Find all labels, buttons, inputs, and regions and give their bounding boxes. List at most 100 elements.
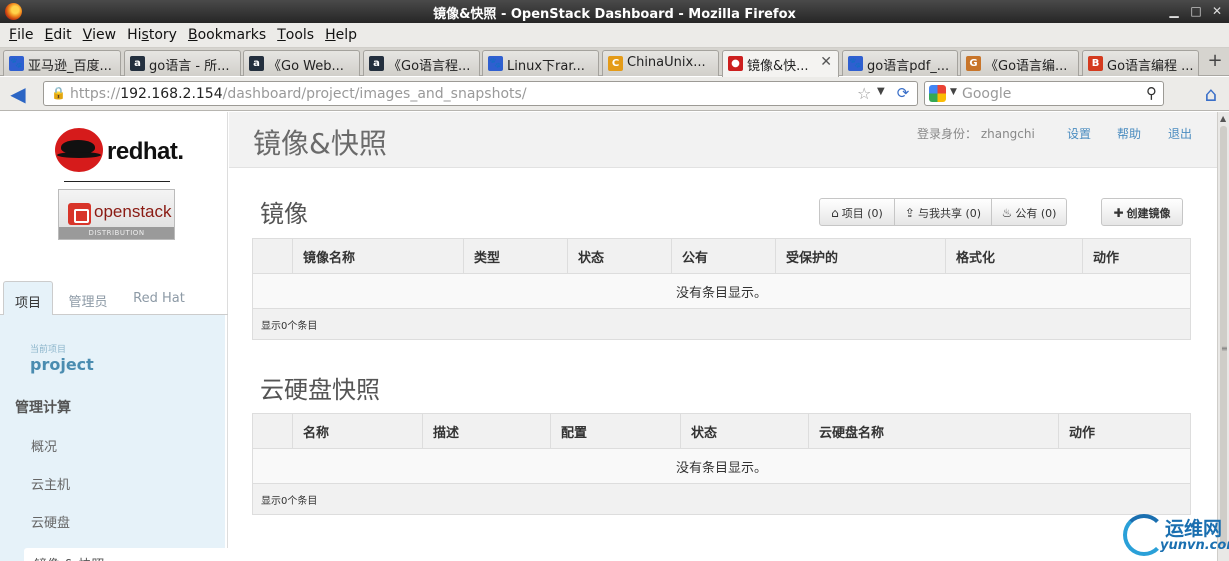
tab-admin[interactable]: 管理员: [62, 281, 114, 316]
amazon-a-icon: a: [130, 56, 145, 71]
tab-label: 镜像&快...: [747, 59, 809, 74]
logout-link[interactable]: 退出: [1168, 125, 1192, 142]
table-footer-row: 显示0个条目: [252, 483, 1191, 515]
browser-tab[interactable]: a 《Go语言程...: [363, 50, 480, 76]
close-tab-icon[interactable]: ✕: [820, 54, 832, 70]
table-row: 没有条目显示。: [252, 273, 1191, 309]
page-scrollbar[interactable]: ▲ ≡: [1217, 112, 1229, 561]
volume-snapshots-title: 云硬盘快照: [260, 376, 380, 404]
redhat-shadowman-icon: [55, 128, 103, 172]
browser-tab[interactable]: C ChinaUnix...: [602, 50, 719, 76]
new-tab-button[interactable]: +: [1205, 51, 1225, 73]
column-status[interactable]: 状态: [680, 413, 809, 449]
column-status[interactable]: 状态: [567, 238, 672, 274]
column-volume-name[interactable]: 云硬盘名称: [808, 413, 1059, 449]
browser-tab[interactable]: B Go语言编程 ...: [1082, 50, 1199, 76]
filter-shared-button[interactable]: ⇪ 与我共享 (0): [895, 198, 992, 226]
watermark-cn: 运维网: [1165, 518, 1223, 540]
bookmark-star-icon[interactable]: ☆: [857, 84, 871, 103]
column-actions: 动作: [1082, 238, 1191, 274]
redhat-wordmark: redhat.: [107, 138, 184, 165]
fire-icon: ♨: [1001, 206, 1013, 220]
volume-snapshots-table: 名称 描述 配置 状态 云硬盘名称 动作 没有条目显示。 显示0个条目: [252, 413, 1191, 515]
menu-item[interactable]: View: [83, 23, 117, 43]
browser-tab[interactable]: 🐾 Linux下rar...: [482, 50, 599, 76]
scroll-up-icon[interactable]: ▲: [1220, 114, 1226, 123]
home-button[interactable]: ⌂: [1199, 82, 1223, 106]
url-bar[interactable]: 🔒 https://192.168.2.154/dashboard/projec…: [43, 81, 918, 106]
browser-tab[interactable]: 🐾 go语言pdf_...: [842, 50, 958, 76]
search-box[interactable]: ▼ Google ⚲: [924, 81, 1164, 106]
search-engine-dropdown-icon[interactable]: ▼: [950, 87, 957, 97]
browser-tab[interactable]: a 《Go Web...: [243, 50, 360, 76]
close-window-icon[interactable]: ✕: [1209, 3, 1225, 19]
column-image-name[interactable]: 镜像名称: [292, 238, 464, 274]
create-image-button[interactable]: ✚ 创建镜像: [1101, 198, 1183, 226]
baidu-paw-icon: 🐾: [488, 56, 503, 71]
sidebar-item-overview[interactable]: 概况: [31, 436, 57, 455]
tab-label: 亚马逊_百度...: [28, 59, 112, 74]
menu-item[interactable]: Bookmarks: [188, 23, 266, 43]
filter-project-button[interactable]: ⌂ 项目 (0): [819, 198, 895, 226]
logged-in-user: 登录身份： zhangchi: [917, 127, 1035, 141]
browser-tab[interactable]: a go语言 - 所...: [124, 50, 241, 76]
column-description[interactable]: 描述: [422, 413, 551, 449]
filter-public-button[interactable]: ♨ 公有 (0): [992, 198, 1067, 226]
menu-item[interactable]: History: [127, 23, 177, 43]
tab-project[interactable]: 项目: [3, 281, 53, 316]
menu-item[interactable]: Tools: [277, 23, 314, 43]
url-dropdown-icon[interactable]: ▼: [877, 86, 885, 97]
help-link[interactable]: 帮助: [1117, 125, 1141, 142]
binoculars-icon[interactable]: ⚲: [1146, 84, 1157, 102]
current-project[interactable]: project: [30, 355, 94, 374]
tab-label: 《Go Web...: [268, 59, 344, 74]
url-text[interactable]: https://192.168.2.154/dashboard/project/…: [70, 86, 527, 102]
menu-item[interactable]: Help: [325, 23, 357, 43]
browser-tab[interactable]: ● 镜像&快... ✕: [722, 50, 839, 77]
baidu-paw-icon: 🐾: [848, 56, 863, 71]
sidebar-item-images-snapshots[interactable]: 镜像 & 快照: [24, 548, 228, 561]
back-button[interactable]: ◀: [6, 82, 30, 106]
amazon-a-icon: a: [249, 56, 264, 71]
sidebar-panel: 当前项目 project 管理计算 概况 云主机 云硬盘 镜像 & 快照: [0, 315, 228, 561]
column-protected[interactable]: 受保护的: [775, 238, 946, 274]
menu-item[interactable]: Edit: [44, 23, 71, 43]
select-all-column[interactable]: [252, 413, 293, 449]
images-table: 镜像名称 类型 状态 公有 受保护的 格式化 动作 没有条目显示。 显示0个条目: [252, 238, 1191, 340]
settings-link[interactable]: 设置: [1067, 125, 1091, 142]
minimize-icon[interactable]: ▁: [1166, 3, 1182, 19]
column-public[interactable]: 公有: [671, 238, 776, 274]
column-name[interactable]: 名称: [292, 413, 423, 449]
baidu-paw-icon: 🐾: [9, 56, 24, 71]
browser-tab[interactable]: G 《Go语言编...: [960, 50, 1079, 76]
table-footer-row: 显示0个条目: [252, 308, 1191, 340]
openstack-logo: openstack DISTRIBUTION: [58, 189, 175, 240]
page-title: 镜像&快照: [253, 127, 387, 160]
reload-icon[interactable]: ⟳: [894, 84, 912, 102]
google-icon[interactable]: [929, 85, 946, 102]
menu-item[interactable]: File: [9, 23, 33, 43]
redhat-logo[interactable]: redhat.: [55, 128, 184, 172]
plus-icon: ✚: [1113, 206, 1124, 220]
sidebar-item-volumes[interactable]: 云硬盘: [31, 512, 70, 531]
scrollbar-thumb[interactable]: [1220, 126, 1227, 546]
window-titlebar: 镜像&快照 - OpenStack Dashboard - Mozilla Fi…: [0, 0, 1229, 23]
browser-tab[interactable]: 🐾 亚马逊_百度...: [3, 50, 121, 76]
maximize-icon[interactable]: □: [1188, 3, 1204, 19]
menu-bar: File Edit View History Bookmarks Tools Help: [0, 23, 1229, 48]
column-type[interactable]: 类型: [463, 238, 568, 274]
sidebar-item-instances[interactable]: 云主机: [31, 474, 70, 493]
select-all-column[interactable]: [252, 238, 293, 274]
column-actions: 动作: [1058, 413, 1191, 449]
tab-label: go语言pdf_...: [867, 59, 950, 74]
column-size[interactable]: 配置: [550, 413, 681, 449]
tab-redhat[interactable]: Red Hat: [128, 281, 190, 316]
navigation-bar: ◀ 🔒 https://192.168.2.154/dashboard/proj…: [0, 77, 1229, 111]
current-project-label: 当前项目: [30, 345, 67, 355]
logo-divider: [64, 181, 170, 182]
column-format[interactable]: 格式化: [945, 238, 1083, 274]
douban-book-icon: G: [966, 56, 981, 71]
page-viewport: redhat. openstack DISTRIBUTION 项目 管理员 Re…: [0, 112, 1217, 561]
home-icon: ⌂: [831, 206, 839, 220]
chinaunix-icon: C: [608, 56, 623, 71]
